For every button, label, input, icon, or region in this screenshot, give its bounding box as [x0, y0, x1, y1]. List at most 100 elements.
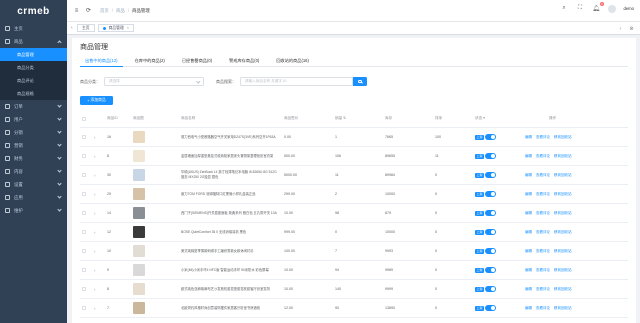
status-toggle[interactable]: 上架 — [475, 210, 513, 216]
fullscreen-icon[interactable]: ⛶ — [576, 4, 585, 13]
expand-icon[interactable]: › — [94, 306, 96, 311]
row-checkbox[interactable] — [82, 192, 86, 196]
view-comments-link[interactable]: 查看评论 — [536, 306, 550, 311]
expand-icon[interactable]: › — [94, 249, 96, 254]
column-header[interactable]: 销量 ⇅ — [333, 116, 383, 121]
refresh-icon[interactable]: ⟳ — [85, 7, 92, 14]
row-checkbox[interactable] — [82, 230, 86, 234]
expand-icon[interactable]: › — [94, 135, 96, 140]
edit-link[interactable]: 编辑 — [525, 287, 532, 292]
move-to-recycle-link[interactable]: 移到回收站 — [554, 211, 572, 216]
status-toggle[interactable]: 上架 — [475, 172, 513, 178]
search-button[interactable] — [353, 77, 367, 86]
close-icon[interactable]: × — [127, 26, 129, 30]
view-comments-link[interactable]: 查看评论 — [536, 154, 550, 159]
bell-icon[interactable]: 🔔︎ 4 — [592, 2, 604, 13]
hamburger-icon[interactable]: ≡ — [73, 7, 80, 14]
category-select[interactable]: 请选择 — [104, 77, 204, 86]
tag-home[interactable]: 主页 — [77, 24, 95, 32]
user-name[interactable]: demo — [624, 6, 634, 11]
view-comments-link[interactable]: 查看评论 — [536, 230, 550, 235]
view-comments-link[interactable]: 查看评论 — [536, 268, 550, 273]
edit-link[interactable]: 编辑 — [525, 306, 532, 311]
view-comments-link[interactable]: 查看评论 — [536, 192, 550, 197]
row-checkbox[interactable] — [82, 287, 86, 291]
product-thumbnail[interactable] — [133, 169, 145, 181]
product-thumbnail[interactable] — [133, 245, 145, 257]
tab[interactable]: 警戒库存商品(0) — [224, 56, 264, 67]
sidebar-subitem[interactable]: 商品管理 — [0, 48, 67, 61]
edit-link[interactable]: 编辑 — [525, 211, 532, 216]
view-comments-link[interactable]: 查看评论 — [536, 211, 550, 216]
sidebar-item[interactable]: 维护 — [0, 204, 67, 217]
expand-icon[interactable]: › — [94, 268, 96, 273]
view-comments-link[interactable]: 查看评论 — [536, 135, 550, 140]
sidebar-item[interactable]: 订单 — [0, 100, 67, 113]
tab[interactable]: 出售中的商品(12) — [80, 56, 123, 67]
move-to-recycle-link[interactable]: 移到回收站 — [554, 287, 572, 292]
edit-link[interactable]: 编辑 — [525, 154, 532, 159]
sidebar-item[interactable]: 内容 — [0, 165, 67, 178]
sidebar-item[interactable]: 应用 — [0, 191, 67, 204]
status-toggle[interactable]: 上架 — [475, 286, 513, 292]
search-icon[interactable]: ⌕ — [560, 4, 569, 13]
sidebar-item[interactable]: 设置 — [0, 178, 67, 191]
tab[interactable]: 仓库中的商品(2) — [130, 56, 170, 67]
sidebar-item[interactable]: 分销 — [0, 126, 67, 139]
avatar[interactable] — [607, 4, 616, 13]
move-to-recycle-link[interactable]: 移到回收站 — [554, 154, 572, 159]
product-thumbnail[interactable] — [133, 283, 145, 295]
select-all-checkbox[interactable] — [82, 116, 86, 121]
status-toggle[interactable]: 上架 — [475, 267, 513, 273]
move-to-recycle-link[interactable]: 移到回收站 — [554, 306, 572, 311]
row-checkbox[interactable] — [82, 154, 86, 158]
move-to-recycle-link[interactable]: 移到回收站 — [554, 135, 572, 140]
breadcrumb-item[interactable]: 商品 — [116, 8, 125, 13]
product-thumbnail[interactable] — [133, 302, 145, 314]
product-thumbnail[interactable] — [133, 207, 145, 219]
breadcrumb-item[interactable]: 首页 — [100, 8, 109, 13]
edit-link[interactable]: 编辑 — [525, 230, 532, 235]
column-header[interactable]: 状态 ▾ — [473, 116, 513, 121]
status-toggle[interactable]: 上架 — [475, 153, 513, 159]
move-to-recycle-link[interactable]: 移到回收站 — [554, 192, 572, 197]
edit-link[interactable]: 编辑 — [525, 249, 532, 254]
product-thumbnail[interactable] — [133, 188, 145, 200]
product-thumbnail[interactable] — [133, 131, 145, 143]
status-toggle[interactable]: 上架 — [475, 191, 513, 197]
sidebar-item[interactable]: 财务 — [0, 152, 67, 165]
sidebar-item[interactable]: 主页 — [0, 22, 67, 35]
sidebar-subitem[interactable]: 商品规格 — [0, 87, 67, 100]
expand-icon[interactable]: › — [94, 230, 96, 235]
move-to-recycle-link[interactable]: 移到回收站 — [554, 268, 572, 273]
search-input[interactable]: 请输入商品名称,关键字,ID — [240, 77, 353, 86]
tab[interactable]: 已经售罄商品(0) — [177, 56, 217, 67]
row-checkbox[interactable] — [82, 173, 86, 177]
close-all-icon[interactable]: ⊗ — [627, 24, 636, 33]
sidebar-subitem[interactable]: 商品评论 — [0, 74, 67, 87]
expand-icon[interactable]: › — [94, 154, 96, 159]
sidebar-item[interactable]: 商品 — [0, 35, 67, 48]
move-to-recycle-link[interactable]: 移到回收站 — [554, 173, 572, 178]
product-thumbnail[interactable] — [133, 226, 145, 238]
sidebar-item[interactable]: 营销 — [0, 139, 67, 152]
tag-goods-manage[interactable]: 商品管理 × — [97, 24, 134, 32]
tab[interactable]: 回收站的商品(16) — [271, 56, 314, 67]
status-toggle[interactable]: 上架 — [475, 134, 513, 140]
edit-link[interactable]: 编辑 — [525, 135, 532, 140]
status-toggle[interactable]: 上架 — [475, 229, 513, 235]
view-comments-link[interactable]: 查看评论 — [536, 249, 550, 254]
edit-link[interactable]: 编辑 — [525, 173, 532, 178]
row-checkbox[interactable] — [82, 211, 86, 215]
sidebar-item[interactable]: 用户 — [0, 113, 67, 126]
view-comments-link[interactable]: 查看评论 — [536, 287, 550, 292]
edit-link[interactable]: 编辑 — [525, 268, 532, 273]
status-toggle[interactable]: 上架 — [475, 305, 513, 311]
row-checkbox[interactable] — [82, 249, 86, 253]
status-toggle[interactable]: 上架 — [475, 248, 513, 254]
view-comments-link[interactable]: 查看评论 — [536, 173, 550, 178]
expand-icon[interactable]: › — [94, 211, 96, 216]
sidebar-subitem[interactable]: 商品分类 — [0, 61, 67, 74]
row-checkbox[interactable] — [82, 306, 86, 310]
product-thumbnail[interactable] — [133, 150, 145, 162]
